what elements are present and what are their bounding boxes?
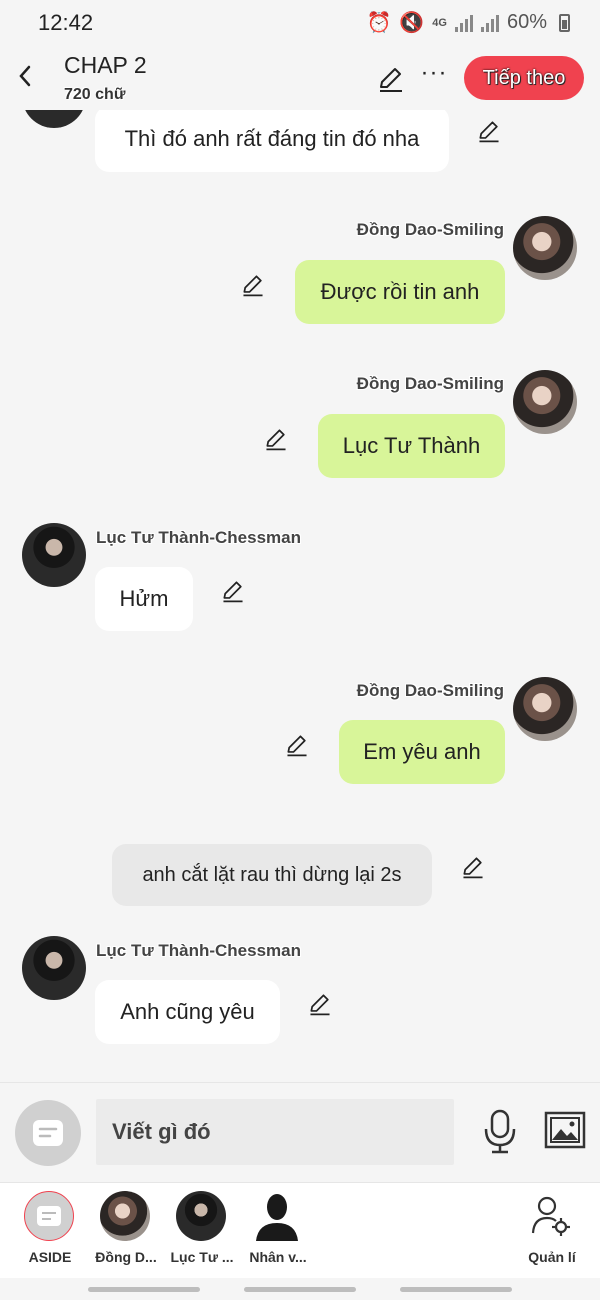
message-bubble[interactable]: Em yêu anh [339, 720, 505, 784]
mute-icon: 🔇 [399, 12, 425, 34]
message-bubble[interactable]: Hửm [95, 567, 193, 631]
chapter-title: CHAP 2 [64, 52, 147, 78]
pencil-icon[interactable] [220, 578, 246, 604]
aside-toggle-button[interactable] [15, 1100, 81, 1166]
image-button[interactable] [544, 1111, 586, 1151]
gesture-bar [0, 1278, 600, 1300]
user-gear-icon [526, 1191, 576, 1241]
sender-name: Đồng Dao-Smiling [356, 220, 504, 239]
status-icons: ⏰ 🔇 4G 60% [366, 10, 570, 35]
avatar[interactable] [22, 523, 86, 587]
battery-icon [559, 13, 570, 32]
avatar[interactable] [22, 110, 86, 128]
person-silhouette-icon [252, 1191, 302, 1241]
nav-item-aside[interactable]: ASIDE [8, 1191, 88, 1271]
avatar [176, 1191, 226, 1241]
message-input[interactable] [96, 1099, 454, 1165]
network-label: 4G [432, 16, 447, 29]
pencil-icon[interactable] [240, 272, 266, 298]
alarm-icon: ⏰ [366, 12, 392, 34]
avatar[interactable] [22, 936, 86, 1000]
aside-icon [24, 1191, 74, 1241]
gesture-handle [244, 1287, 356, 1292]
signal-icon-2 [480, 14, 499, 32]
message-bubble[interactable]: Anh cũng yêu [95, 980, 280, 1044]
message-icon [33, 1120, 63, 1146]
pencil-icon[interactable] [476, 118, 502, 144]
avatar[interactable] [513, 216, 577, 280]
pencil-icon[interactable] [307, 991, 333, 1017]
sender-name: Lục Tư Thành-Chessman [96, 941, 301, 960]
edit-chapter-button[interactable] [376, 64, 406, 94]
nav-item-nhan-vat[interactable]: Nhân v... [236, 1191, 316, 1271]
aside-bubble[interactable]: anh cắt lặt rau thì dừng lại 2s [112, 844, 432, 906]
chat-area[interactable]: Thì đó anh rất đáng tin đó nha Đồng Dao-… [0, 110, 600, 1082]
microphone-button[interactable] [480, 1109, 520, 1155]
nav-item-luc-tu-thanh[interactable]: Lục Tư ... [160, 1191, 240, 1271]
message-bubble[interactable]: Lục Tư Thành [318, 414, 505, 478]
nav-label: Nhân v... [249, 1249, 307, 1265]
pencil-icon [380, 68, 402, 92]
signal-icon [454, 14, 473, 32]
sender-name: Đồng Dao-Smiling [356, 681, 504, 700]
sender-name: Đồng Dao-Smiling [356, 374, 504, 393]
sender-name: Lục Tư Thành-Chessman [96, 528, 301, 547]
nav-item-dong-dao[interactable]: Đồng D... [84, 1191, 164, 1271]
nav-item-quan-li[interactable]: Quản lí [510, 1191, 590, 1271]
chevron-left-icon [19, 65, 31, 87]
bottom-nav: ASIDE Đồng D... Lục Tư ... Nhân v... Quả… [0, 1182, 600, 1278]
pencil-icon[interactable] [263, 426, 289, 452]
status-bar: 12:42 ⏰ 🔇 4G 60% [0, 0, 600, 44]
status-time: 12:42 [38, 10, 94, 35]
back-button[interactable] [10, 58, 40, 94]
more-options-button[interactable]: ··· [420, 58, 448, 88]
gesture-handle [88, 1287, 200, 1292]
battery-percent: 60% [506, 11, 547, 33]
header: CHAP 2 720 chữ ··· Tiếp theo [0, 44, 600, 110]
next-button[interactable]: Tiếp theo [464, 56, 584, 100]
avatar[interactable] [513, 370, 577, 434]
pencil-icon[interactable] [460, 854, 486, 880]
pencil-icon[interactable] [284, 732, 310, 758]
avatar [100, 1191, 150, 1241]
gesture-handle [400, 1287, 512, 1292]
message-bubble[interactable]: Được rồi tin anh [295, 260, 505, 324]
message-bubble[interactable]: Thì đó anh rất đáng tin đó nha [95, 110, 449, 172]
nav-label: Quản lí [528, 1249, 576, 1265]
word-count: 720 chữ [64, 86, 126, 103]
microphone-icon [484, 1109, 516, 1154]
image-icon [544, 1111, 586, 1149]
avatar[interactable] [513, 677, 577, 741]
input-bar [0, 1082, 600, 1182]
